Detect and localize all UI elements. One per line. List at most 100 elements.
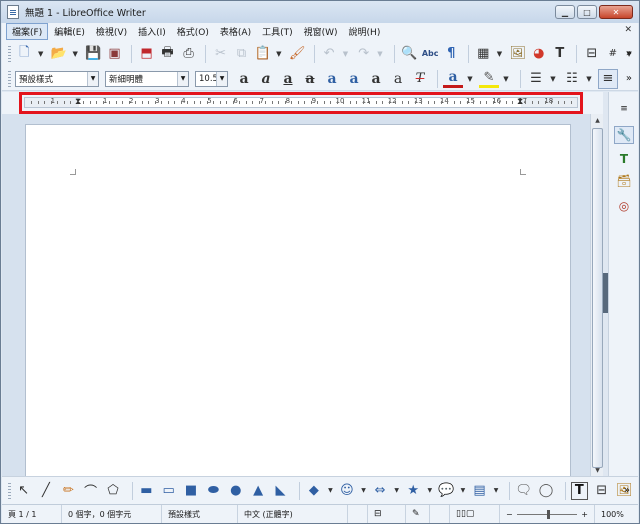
menu-help[interactable]: 說明(H) <box>344 24 386 39</box>
polygon-icon[interactable]: ⬠ <box>104 482 121 500</box>
export-pdf-icon[interactable]: ⬒ <box>137 44 156 64</box>
strikethrough-icon[interactable]: a <box>300 69 320 89</box>
close-document-icon[interactable]: ✕ <box>624 25 632 35</box>
insert-frame-icon[interactable]: ⊟ <box>593 482 610 500</box>
menu-insert[interactable]: 插入(I) <box>133 24 171 39</box>
copy-icon[interactable]: ⧉ <box>232 44 251 64</box>
chevron-down-icon[interactable]: ▼ <box>501 69 511 89</box>
font-size-select[interactable]: 10.5 ▼ <box>195 70 228 87</box>
zoom-in-icon[interactable]: + <box>581 510 588 519</box>
square-icon[interactable]: ■ <box>182 482 199 500</box>
text-icon[interactable]: T <box>570 481 589 500</box>
chevron-down-icon[interactable]: ▼ <box>361 482 367 500</box>
diamond-icon[interactable]: ◆ <box>305 482 322 500</box>
outline-icon[interactable]: a <box>388 69 408 89</box>
clone-formatting-icon[interactable]: 🖌 <box>288 44 307 64</box>
line-icon[interactable]: ╱ <box>37 482 54 500</box>
rectangle-icon[interactable]: ▬ <box>138 482 155 500</box>
status-page-style[interactable]: 預設樣式 <box>162 505 238 523</box>
numbered-list-icon[interactable]: ☷ <box>562 69 582 89</box>
chevron-down-icon[interactable]: ▼ <box>465 69 475 89</box>
flowchart-icon[interactable]: ▤ <box>471 482 488 500</box>
font-name-select[interactable]: 新細明體 ▼ <box>105 70 189 87</box>
menu-tools[interactable]: 工具(T) <box>257 24 298 39</box>
more-options-icon[interactable]: » <box>626 73 632 84</box>
chevron-down-icon[interactable]: ▼ <box>394 482 400 500</box>
chevron-down-icon[interactable]: ▼ <box>460 482 466 500</box>
open-folder-icon[interactable]: 📂 <box>49 44 68 64</box>
redo-icon[interactable]: ↷ <box>354 44 373 64</box>
chevron-down-icon[interactable]: ▼ <box>427 482 433 500</box>
insert-mode-icon[interactable] <box>348 505 368 523</box>
chevron-down-icon[interactable]: ▼ <box>36 44 46 64</box>
paragraph-style-select[interactable]: 預設樣式 ▼ <box>15 70 99 87</box>
menu-edit[interactable]: 編輯(E) <box>49 24 90 39</box>
zoom-slider-knob[interactable] <box>546 509 550 519</box>
circle-icon[interactable]: ● <box>227 482 244 500</box>
status-page[interactable]: 頁 1 / 1 <box>2 505 62 523</box>
menu-window[interactable]: 視窗(W) <box>299 24 343 39</box>
status-word-count[interactable]: 0 個字，0 個字元 <box>62 505 162 523</box>
document-page[interactable] <box>25 124 571 476</box>
save-icon[interactable]: 💾 <box>84 44 103 64</box>
spellcheck-icon[interactable]: Abc <box>421 44 440 64</box>
speech-bubble-icon[interactable]: 🗨 <box>515 482 532 500</box>
clear-formatting-icon[interactable]: T <box>410 69 430 89</box>
new-document-icon[interactable]: 🗋 <box>15 44 34 64</box>
zoom-control[interactable]: − + <box>500 505 594 523</box>
toolbar-grip[interactable] <box>8 70 11 87</box>
chart-icon[interactable]: ◕ <box>529 44 548 64</box>
page-break-icon[interactable]: ⊟ <box>582 44 601 64</box>
gallery-icon[interactable]: 🗃 <box>614 172 634 190</box>
chevron-down-icon[interactable]: ▼ <box>274 44 284 64</box>
vertical-scrollbar[interactable]: ▲ ▼ <box>590 114 604 476</box>
minimize-button[interactable]: ▁ <box>555 5 575 19</box>
chevron-down-icon[interactable]: ▼ <box>495 44 505 64</box>
chevron-down-icon[interactable]: ▼ <box>177 71 188 86</box>
bullet-list-icon[interactable]: ☰ <box>526 69 546 89</box>
right-triangle-icon[interactable]: ◣ <box>272 482 289 500</box>
menu-view[interactable]: 檢視(V) <box>91 24 132 39</box>
more-options-icon[interactable]: » <box>626 48 632 59</box>
find-replace-icon[interactable]: 🔍 <box>400 44 419 64</box>
view-layout-icons[interactable]: ▯▯▢ <box>450 505 500 523</box>
close-button[interactable]: ✕ <box>599 5 633 19</box>
callout-icon[interactable]: 💬 <box>438 482 455 500</box>
curve-icon[interactable]: ⌒ <box>82 482 99 500</box>
cut-icon[interactable]: ✂ <box>211 44 230 64</box>
star-icon[interactable]: ★ <box>405 482 422 500</box>
underline-icon[interactable]: a <box>278 69 298 89</box>
chevron-down-icon[interactable]: ▼ <box>493 482 499 500</box>
double-arrow-icon[interactable]: ⇔ <box>371 482 388 500</box>
table-icon[interactable]: ▦ <box>474 44 493 64</box>
navigator-icon[interactable]: ◎ <box>614 197 634 215</box>
undo-icon[interactable]: ↶ <box>320 44 339 64</box>
chevron-down-icon[interactable]: ▼ <box>548 69 558 89</box>
print-icon[interactable]: 🖶 <box>158 44 177 64</box>
chevron-down-icon[interactable]: ▼ <box>87 71 98 86</box>
field-icon[interactable]: # <box>603 44 622 64</box>
menu-format[interactable]: 格式(O) <box>172 24 214 39</box>
chevron-down-icon[interactable]: ▼ <box>216 71 227 86</box>
select-icon[interactable]: ↖ <box>15 482 32 500</box>
document-modified-icon[interactable]: ✎ <box>406 505 430 523</box>
print-preview-icon[interactable]: ⎙ <box>179 44 198 64</box>
zoom-slider[interactable] <box>516 509 578 519</box>
chevron-down-icon[interactable]: ▼ <box>375 44 385 64</box>
maximize-button[interactable]: □ <box>577 5 597 19</box>
more-options-icon[interactable]: » <box>624 485 630 496</box>
font-color-icon[interactable]: a <box>443 69 463 88</box>
digital-signature-icon[interactable] <box>430 505 450 523</box>
zoom-out-icon[interactable]: − <box>506 510 513 519</box>
chevron-down-icon[interactable]: ▼ <box>584 69 594 89</box>
triangle-icon[interactable]: ▲ <box>249 482 266 500</box>
bold-icon[interactable]: a <box>234 69 254 89</box>
shadow-icon[interactable]: a <box>366 69 386 89</box>
rounded-rectangle-icon[interactable]: ▭ <box>160 482 177 500</box>
toolbar-grip[interactable] <box>8 45 11 62</box>
chevron-down-icon[interactable]: ▼ <box>70 44 80 64</box>
export-icon[interactable]: ▣ <box>105 44 124 64</box>
sidebar-menu-icon[interactable]: ≡ <box>614 100 634 118</box>
image-icon[interactable]: 🖼 <box>508 44 527 64</box>
formatting-marks-icon[interactable]: ¶ <box>442 44 461 64</box>
